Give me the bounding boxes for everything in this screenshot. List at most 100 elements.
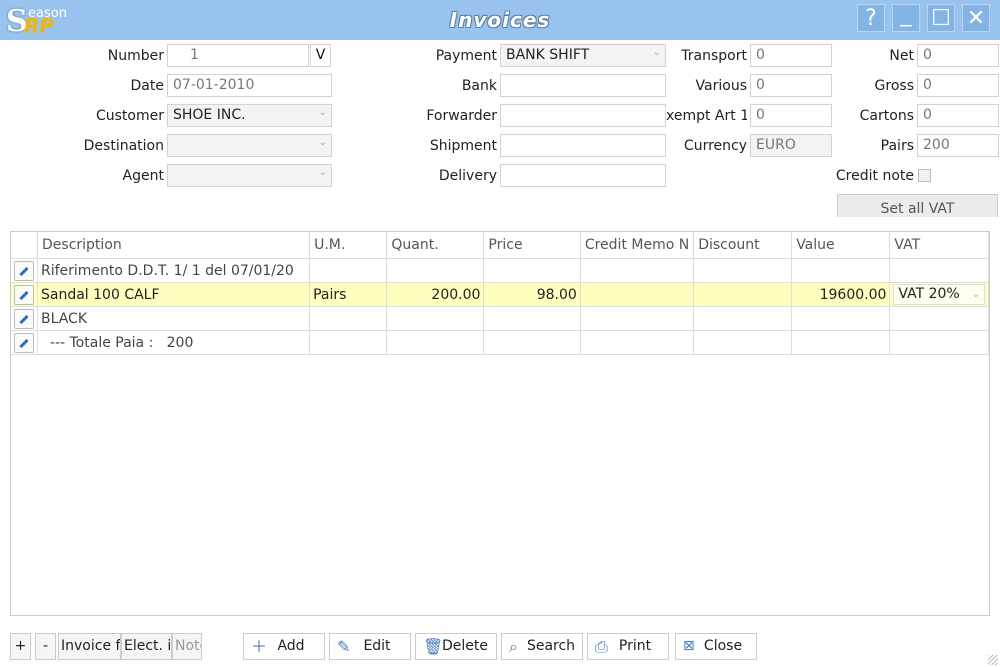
transport-field[interactable]: 0: [750, 44, 832, 67]
cell-discount: [693, 330, 793, 355]
window-title: Invoices: [449, 8, 551, 32]
shipment-label: Shipment: [429, 138, 497, 154]
various-field[interactable]: 0: [750, 74, 832, 97]
add-row-button[interactable]: +: [10, 633, 31, 660]
set-all-vat-button[interactable]: Set all VAT: [837, 194, 998, 217]
column-header-credit-memo[interactable]: Credit Memo N: [580, 232, 695, 259]
forwarder-label: Forwarder: [426, 108, 497, 124]
title-bar: S eason RP Invoices ? _ ☐ ✕: [0, 0, 1000, 40]
customer-select[interactable]: SHOE INC. ⌄: [167, 104, 332, 127]
cell-vat: [889, 306, 989, 331]
pairs-field[interactable]: 200: [917, 134, 999, 157]
exempt-art15-field[interactable]: 0: [750, 104, 832, 127]
delete-button[interactable]: 🗑 Delete: [415, 633, 497, 660]
table-row[interactable]: --- Totale Paia : 200: [11, 330, 989, 355]
currency-field[interactable]: EURO: [750, 134, 832, 157]
column-header-description[interactable]: Description: [37, 232, 311, 259]
net-label: Net: [889, 48, 914, 64]
cell-vat: [889, 330, 989, 355]
invoice-lines-table: Description U.M. Quant. Price Credit Mem…: [11, 232, 989, 355]
number-v-button[interactable]: V: [310, 44, 331, 67]
cell-um: Pairs: [309, 282, 388, 307]
currency-label: Currency: [683, 138, 747, 154]
maximize-button[interactable]: ☐: [927, 4, 955, 32]
customer-label: Customer: [95, 108, 164, 124]
search-button[interactable]: ⌕ Search: [501, 633, 583, 660]
cell-value: [791, 258, 891, 283]
cartons-field[interactable]: 0: [917, 104, 999, 127]
column-header-vat[interactable]: VAT: [889, 232, 989, 259]
cell-credit-memo: [580, 282, 695, 307]
edit-row-icon[interactable]: [14, 260, 34, 281]
cell-value: 19600.00: [791, 282, 891, 307]
pairs-label: Pairs: [880, 138, 914, 154]
cell-price: 98.00: [483, 282, 581, 307]
payment-select[interactable]: BANK SHIFT ⌄: [500, 44, 666, 67]
cell-quant: 200.00: [386, 282, 485, 307]
cell-discount: [693, 306, 793, 331]
forwarder-field[interactable]: [500, 104, 666, 127]
close-window-button[interactable]: ✕: [962, 4, 990, 32]
column-header-um[interactable]: U.M.: [309, 232, 388, 259]
edit-row-icon[interactable]: [14, 308, 34, 329]
cell-quant: [386, 306, 485, 331]
column-header-quant[interactable]: Quant.: [386, 232, 485, 259]
cell-description: Riferimento D.D.T. 1/ 1 del 07/01/20: [37, 258, 311, 283]
minimize-button[interactable]: _: [892, 4, 920, 32]
cell-description: --- Totale Paia : 200: [37, 330, 311, 355]
table-row[interactable]: Riferimento D.D.T. 1/ 1 del 07/01/20: [11, 258, 989, 283]
remove-row-button[interactable]: -: [35, 633, 56, 660]
table-row[interactable]: BLACK: [11, 306, 989, 331]
help-button[interactable]: ?: [857, 4, 885, 32]
credit-note-checkbox[interactable]: [918, 169, 931, 182]
chevron-down-icon: ⌄: [318, 167, 327, 178]
shipment-field[interactable]: [500, 134, 666, 157]
various-label: Various: [695, 78, 747, 94]
exempt-art15-label: xempt Art 15: [666, 108, 747, 124]
cell-quant: [386, 330, 485, 355]
payment-label: Payment: [435, 48, 497, 64]
cell-value: [791, 306, 891, 331]
vat-select[interactable]: VAT 20% ⌄: [893, 284, 985, 305]
edit-button[interactable]: ✎ Edit: [329, 633, 411, 660]
add-button[interactable]: ＋ Add: [243, 633, 325, 660]
cell-discount: [693, 282, 793, 307]
print-button[interactable]: ⎙ Print: [587, 633, 669, 660]
electronic-invoice-button[interactable]: Elect. inv: [121, 633, 172, 660]
resize-grip[interactable]: [988, 655, 998, 665]
edit-row-icon[interactable]: [14, 284, 34, 305]
agent-select[interactable]: ⌄: [167, 164, 332, 187]
cell-value: [791, 330, 891, 355]
table-row-selected[interactable]: Sandal 100 CALF Pairs 200.00 98.00 19600…: [11, 282, 989, 307]
cell-credit-memo: [580, 258, 695, 283]
date-field[interactable]: 07-01-2010: [167, 74, 332, 97]
chevron-down-icon: ⌄: [318, 107, 327, 118]
edit-row-icon[interactable]: [14, 332, 34, 353]
close-button[interactable]: ⊠ Close: [675, 633, 757, 660]
column-header-discount[interactable]: Discount: [693, 232, 793, 259]
cell-description: BLACK: [37, 306, 311, 331]
credit-note-label: Credit note: [835, 168, 914, 184]
grid-header-row: Description U.M. Quant. Price Credit Mem…: [11, 232, 989, 259]
cell-discount: [693, 258, 793, 283]
bank-label: Bank: [461, 78, 497, 94]
number-field[interactable]: 1: [167, 44, 309, 67]
column-header-price[interactable]: Price: [483, 232, 581, 259]
chevron-down-icon: ⌄: [652, 47, 661, 58]
destination-select[interactable]: ⌄: [167, 134, 332, 157]
net-field[interactable]: 0: [917, 44, 999, 67]
cell-vat: [889, 258, 989, 283]
chevron-down-icon: ⌄: [971, 289, 980, 300]
cell-um: [309, 330, 388, 355]
delivery-field[interactable]: [500, 164, 666, 187]
gross-field[interactable]: 0: [917, 74, 999, 97]
column-header-value[interactable]: Value: [791, 232, 891, 259]
cell-price: [483, 330, 581, 355]
column-header-edit: [11, 232, 38, 259]
destination-label: Destination: [83, 138, 164, 154]
cell-price: [483, 258, 581, 283]
invoice-from-button[interactable]: Invoice fro: [58, 633, 121, 660]
notes-button[interactable]: Note: [172, 633, 202, 660]
bank-field[interactable]: [500, 74, 666, 97]
date-label: Date: [130, 78, 164, 94]
